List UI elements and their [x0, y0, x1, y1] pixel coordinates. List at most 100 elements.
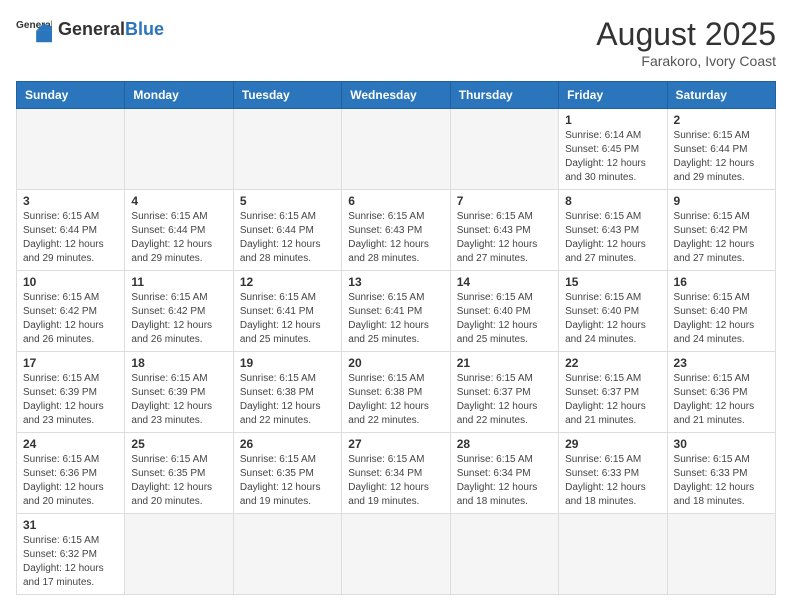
day-number: 5	[240, 194, 335, 208]
day-number: 13	[348, 275, 443, 289]
day-info: Sunrise: 6:15 AM Sunset: 6:36 PM Dayligh…	[674, 372, 769, 428]
calendar-cell: 15Sunrise: 6:15 AM Sunset: 6:40 PM Dayli…	[559, 271, 667, 352]
calendar-cell: 3Sunrise: 6:15 AM Sunset: 6:44 PM Daylig…	[17, 190, 125, 271]
calendar-cell	[342, 514, 450, 595]
calendar-header-row: Sunday Monday Tuesday Wednesday Thursday…	[17, 82, 776, 109]
calendar-cell	[125, 514, 233, 595]
day-info: Sunrise: 6:15 AM Sunset: 6:42 PM Dayligh…	[131, 291, 226, 347]
logo: General GeneralBlue	[16, 16, 164, 44]
header: General GeneralBlue August 2025 Farakoro…	[16, 16, 776, 69]
logo-text: GeneralBlue	[58, 20, 164, 40]
col-sunday: Sunday	[17, 82, 125, 109]
day-number: 20	[348, 356, 443, 370]
day-info: Sunrise: 6:15 AM Sunset: 6:40 PM Dayligh…	[565, 291, 660, 347]
day-number: 1	[565, 113, 660, 127]
day-info: Sunrise: 6:15 AM Sunset: 6:32 PM Dayligh…	[23, 534, 118, 590]
day-number: 16	[674, 275, 769, 289]
day-number: 24	[23, 437, 118, 451]
day-info: Sunrise: 6:15 AM Sunset: 6:37 PM Dayligh…	[565, 372, 660, 428]
day-number: 10	[23, 275, 118, 289]
calendar: Sunday Monday Tuesday Wednesday Thursday…	[16, 81, 776, 595]
title-block: August 2025 Farakoro, Ivory Coast	[596, 16, 776, 69]
day-info: Sunrise: 6:15 AM Sunset: 6:42 PM Dayligh…	[23, 291, 118, 347]
calendar-cell	[233, 514, 341, 595]
calendar-week-row: 1 Sunrise: 6:14 AM Sunset: 6:45 PM Daylig…	[17, 109, 776, 190]
calendar-cell: 8 Sunrise: 6:15 AM Sunset: 6:43 PM Daylig…	[559, 190, 667, 271]
calendar-cell: 14Sunrise: 6:15 AM Sunset: 6:40 PM Dayli…	[450, 271, 558, 352]
calendar-cell: 31 Sunrise: 6:15 AM Sunset: 6:32 PM Dayli…	[17, 514, 125, 595]
day-number: 21	[457, 356, 552, 370]
day-info: Sunrise: 6:15 AM Sunset: 6:40 PM Dayligh…	[674, 291, 769, 347]
day-info: Sunrise: 6:15 AM Sunset: 6:37 PM Dayligh…	[457, 372, 552, 428]
day-number: 18	[131, 356, 226, 370]
day-number: 26	[240, 437, 335, 451]
col-thursday: Thursday	[450, 82, 558, 109]
calendar-cell: 29 Sunrise: 6:15 AM Sunset: 6:33 PM Dayli…	[559, 433, 667, 514]
day-info: Sunrise: 6:15 AM Sunset: 6:44 PM Dayligh…	[674, 129, 769, 185]
day-number: 7	[457, 194, 552, 208]
day-info: Sunrise: 6:15 AM Sunset: 6:44 PM Dayligh…	[23, 210, 118, 266]
calendar-cell: 4Sunrise: 6:15 AM Sunset: 6:44 PM Daylig…	[125, 190, 233, 271]
col-friday: Friday	[559, 82, 667, 109]
calendar-cell	[450, 109, 558, 190]
col-monday: Monday	[125, 82, 233, 109]
day-number: 27	[348, 437, 443, 451]
calendar-week-row: 17 Sunrise: 6:15 AM Sunset: 6:39 PM Dayli…	[17, 352, 776, 433]
day-info: Sunrise: 6:15 AM Sunset: 6:34 PM Dayligh…	[348, 453, 443, 509]
day-info: Sunrise: 6:15 AM Sunset: 6:40 PM Dayligh…	[457, 291, 552, 347]
month-year: August 2025	[596, 16, 776, 53]
day-info: Sunrise: 6:15 AM Sunset: 6:38 PM Dayligh…	[240, 372, 335, 428]
day-info: Sunrise: 6:14 AM Sunset: 6:45 PM Dayligh…	[565, 129, 660, 185]
calendar-cell: 17Sunrise: 6:15 AM Sunset: 6:39 PM Dayli…	[17, 352, 125, 433]
day-number: 28	[457, 437, 552, 451]
calendar-cell: 9Sunrise: 6:15 AM Sunset: 6:42 PM Daylig…	[667, 190, 775, 271]
calendar-week-row: 31 Sunrise: 6:15 AM Sunset: 6:32 PM Dayli…	[17, 514, 776, 595]
calendar-cell: 6Sunrise: 6:15 AM Sunset: 6:43 PM Daylig…	[342, 190, 450, 271]
calendar-cell: 21 Sunrise: 6:15 AM Sunset: 6:37 PM Dayli…	[450, 352, 558, 433]
calendar-cell: 7 Sunrise: 6:15 AM Sunset: 6:43 PM Daylig…	[450, 190, 558, 271]
calendar-cell: 26Sunrise: 6:15 AM Sunset: 6:35 PM Dayli…	[233, 433, 341, 514]
calendar-cell: 11 Sunrise: 6:15 AM Sunset: 6:42 PM Dayli…	[125, 271, 233, 352]
calendar-cell	[559, 514, 667, 595]
day-number: 8	[565, 194, 660, 208]
day-number: 29	[565, 437, 660, 451]
calendar-cell: 5 Sunrise: 6:15 AM Sunset: 6:44 PM Daylig…	[233, 190, 341, 271]
day-info: Sunrise: 6:15 AM Sunset: 6:39 PM Dayligh…	[131, 372, 226, 428]
location: Farakoro, Ivory Coast	[596, 53, 776, 69]
day-number: 25	[131, 437, 226, 451]
day-info: Sunrise: 6:15 AM Sunset: 6:43 PM Dayligh…	[457, 210, 552, 266]
calendar-cell: 16 Sunrise: 6:15 AM Sunset: 6:40 PM Dayli…	[667, 271, 775, 352]
calendar-week-row: 24 Sunrise: 6:15 AM Sunset: 6:36 PM Dayli…	[17, 433, 776, 514]
day-info: Sunrise: 6:15 AM Sunset: 6:44 PM Dayligh…	[240, 210, 335, 266]
day-info: Sunrise: 6:15 AM Sunset: 6:42 PM Dayligh…	[674, 210, 769, 266]
day-info: Sunrise: 6:15 AM Sunset: 6:36 PM Dayligh…	[23, 453, 118, 509]
day-number: 17	[23, 356, 118, 370]
day-info: Sunrise: 6:15 AM Sunset: 6:41 PM Dayligh…	[240, 291, 335, 347]
calendar-cell: 28Sunrise: 6:15 AM Sunset: 6:34 PM Dayli…	[450, 433, 558, 514]
day-number: 4	[131, 194, 226, 208]
calendar-cell	[342, 109, 450, 190]
calendar-cell	[17, 109, 125, 190]
calendar-cell: 24 Sunrise: 6:15 AM Sunset: 6:36 PM Dayli…	[17, 433, 125, 514]
calendar-cell: 23Sunrise: 6:15 AM Sunset: 6:36 PM Dayli…	[667, 352, 775, 433]
day-number: 12	[240, 275, 335, 289]
day-number: 31	[23, 518, 118, 532]
day-number: 22	[565, 356, 660, 370]
calendar-cell: 13Sunrise: 6:15 AM Sunset: 6:41 PM Dayli…	[342, 271, 450, 352]
day-number: 6	[348, 194, 443, 208]
col-wednesday: Wednesday	[342, 82, 450, 109]
day-number: 30	[674, 437, 769, 451]
calendar-cell: 1 Sunrise: 6:14 AM Sunset: 6:45 PM Daylig…	[559, 109, 667, 190]
day-info: Sunrise: 6:15 AM Sunset: 6:43 PM Dayligh…	[565, 210, 660, 266]
calendar-cell: 12 Sunrise: 6:15 AM Sunset: 6:41 PM Dayli…	[233, 271, 341, 352]
calendar-cell: 27 Sunrise: 6:15 AM Sunset: 6:34 PM Dayli…	[342, 433, 450, 514]
day-number: 11	[131, 275, 226, 289]
day-info: Sunrise: 6:15 AM Sunset: 6:33 PM Dayligh…	[565, 453, 660, 509]
col-saturday: Saturday	[667, 82, 775, 109]
calendar-cell: 25 Sunrise: 6:15 AM Sunset: 6:35 PM Dayli…	[125, 433, 233, 514]
day-info: Sunrise: 6:15 AM Sunset: 6:38 PM Dayligh…	[348, 372, 443, 428]
calendar-cell	[667, 514, 775, 595]
calendar-cell: 18 Sunrise: 6:15 AM Sunset: 6:39 PM Dayli…	[125, 352, 233, 433]
day-info: Sunrise: 6:15 AM Sunset: 6:35 PM Dayligh…	[131, 453, 226, 509]
calendar-cell: 2Sunrise: 6:15 AM Sunset: 6:44 PM Daylig…	[667, 109, 775, 190]
